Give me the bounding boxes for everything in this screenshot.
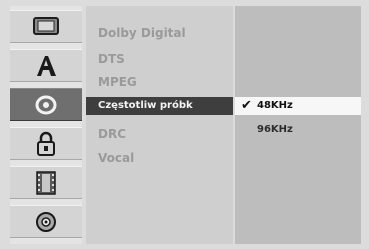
menu-item-sample-frequency[interactable]: Częstotliw próbk	[86, 97, 233, 115]
audio-setup-screen: Dolby Digital DTS MPEG Częstotliw próbk …	[0, 0, 369, 249]
option-label: 96KHz	[257, 124, 293, 135]
option-48khz[interactable]: ✔ 48KHz	[235, 97, 361, 115]
menu-item-dts[interactable]: DTS	[86, 50, 233, 68]
menu-item-vocal[interactable]: Vocal	[86, 149, 233, 167]
audio-settings-tab[interactable]	[10, 88, 82, 121]
menu-item-dolby-digital[interactable]: Dolby Digital	[86, 24, 233, 42]
language-icon	[37, 55, 56, 76]
check-mark-icon: ✔	[241, 98, 252, 113]
audio-settings-list: Dolby Digital DTS MPEG Częstotliw próbk …	[86, 6, 233, 244]
options-panel: ✔ 48KHz 96KHz	[235, 6, 361, 244]
option-label: 48KHz	[257, 100, 293, 111]
option-96khz[interactable]: 96KHz	[235, 121, 361, 139]
lock-settings-tab[interactable]	[10, 127, 82, 160]
disc-icon	[36, 211, 56, 232]
film-icon	[36, 170, 56, 195]
audio-icon	[35, 95, 57, 114]
film-settings-tab[interactable]	[10, 166, 82, 199]
menu-item-drc[interactable]: DRC	[86, 125, 233, 143]
tv-settings-tab[interactable]	[10, 10, 82, 43]
category-icon-column	[10, 6, 82, 244]
tv-icon	[33, 16, 59, 35]
language-settings-tab[interactable]	[10, 49, 82, 82]
menu-item-mpeg[interactable]: MPEG	[86, 73, 233, 91]
disc-settings-tab[interactable]	[10, 205, 82, 238]
lock-icon	[37, 131, 55, 156]
